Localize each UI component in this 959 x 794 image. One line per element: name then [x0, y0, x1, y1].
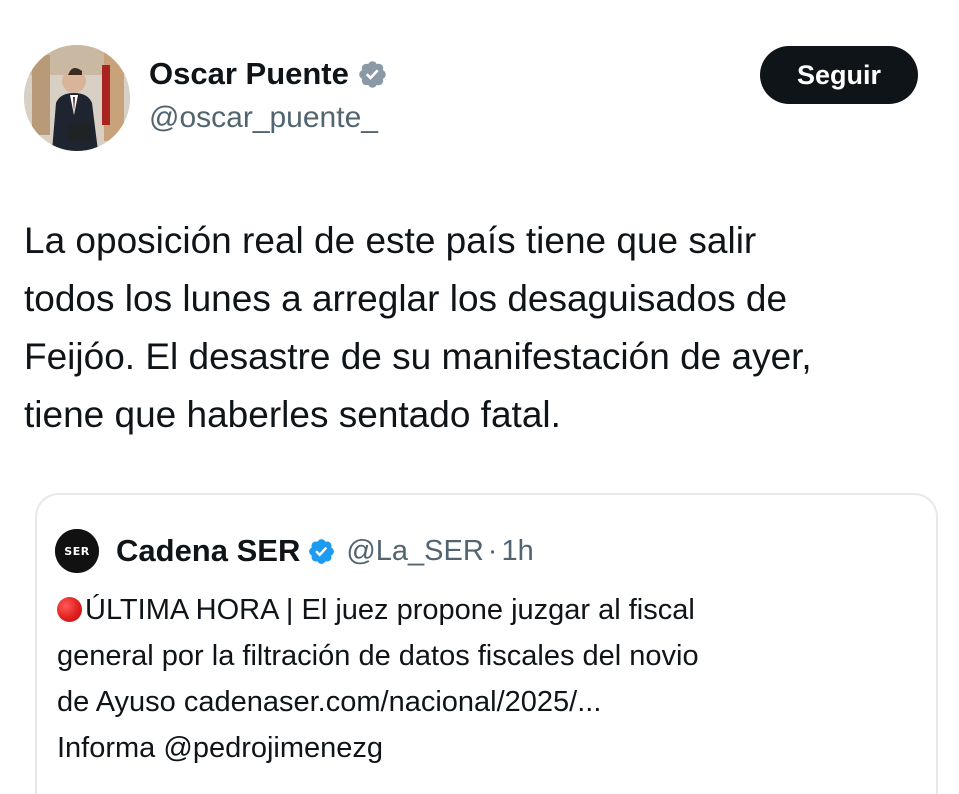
author-avatar-image — [24, 45, 130, 151]
quoted-author-name[interactable]: Cadena SER — [116, 533, 300, 569]
author-name-text: Oscar Puente — [149, 56, 349, 91]
author-handle[interactable]: @oscar_puente_ — [149, 96, 378, 140]
quoted-author-handle[interactable]: @La_SER — [346, 535, 483, 568]
mention-link[interactable]: @pedrojimenezg — [163, 732, 383, 764]
verified-badge-icon — [309, 538, 335, 564]
tweet-page: Oscar Puente @oscar_puente_ Seguir La op… — [0, 0, 959, 794]
quoted-text-prefix: Informa — [57, 732, 164, 764]
tweet-text-line: Feijóo. El desastre de su manifestación … — [24, 336, 812, 377]
svg-text:SER: SER — [64, 545, 89, 558]
quoted-author-avatar[interactable]: SER — [55, 529, 99, 573]
tweet-text-line: todos los lunes a arreglar los desaguisa… — [24, 278, 788, 319]
author-display-name[interactable]: Oscar Puente — [149, 52, 388, 96]
quoted-text-prefix: de Ayuso — [57, 686, 184, 718]
quoted-text-line-1: ÚLTIMA HORA | El juez propone juzgar al … — [85, 594, 695, 626]
quoted-text-line: Informa @pedrojimenezg — [57, 725, 927, 771]
quoted-tweet-card[interactable]: SER Cadena SER @La_SER · 1h ÚLTIMA HORA … — [35, 493, 938, 794]
article-link[interactable]: cadenaser.com/nacional/2025/... — [184, 686, 602, 718]
tweet-text-line: tiene que haberles sentado fatal. — [24, 394, 561, 435]
quoted-tweet-text: ÚLTIMA HORA | El juez propone juzgar al … — [57, 587, 927, 771]
quoted-text-line: ÚLTIMA HORA | El juez propone juzgar al … — [57, 587, 927, 633]
follow-button[interactable]: Seguir — [760, 46, 918, 104]
quoted-text-line: de Ayuso cadenaser.com/nacional/2025/... — [57, 679, 927, 725]
cadena-ser-logo: SER — [55, 529, 99, 573]
author-avatar[interactable] — [24, 45, 130, 151]
tweet-text-line: La oposición real de este país tiene que… — [24, 220, 757, 261]
quoted-tweet-time[interactable]: 1h — [501, 535, 533, 568]
quoted-text-line: general por la filtración de datos fisca… — [57, 640, 699, 672]
tweet-text: La oposición real de este país tiene que… — [24, 212, 929, 444]
meta-separator: · — [487, 534, 498, 567]
verified-badge-icon — [359, 60, 386, 88]
quoted-tweet-header: Cadena SER @La_SER · 1h — [116, 529, 534, 573]
red-circle-icon — [57, 597, 82, 622]
